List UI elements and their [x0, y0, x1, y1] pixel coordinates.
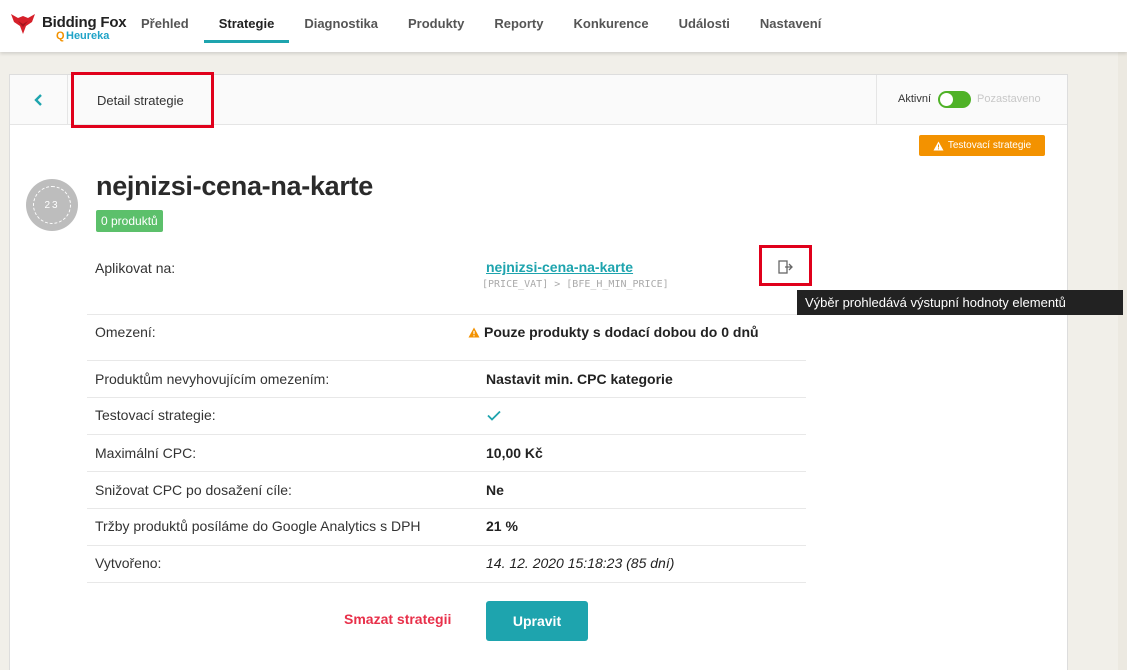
- avatar-text: 23: [33, 186, 71, 224]
- row-divider: [87, 471, 806, 472]
- apply-expression: [PRICE_VAT] > [BFE_H_MIN_PRICE]: [482, 279, 669, 290]
- page-edge: [1118, 52, 1127, 670]
- edit-button[interactable]: Upravit: [486, 601, 588, 641]
- restriction-value: Pouze produkty s dodací dobou do 0 dnů: [468, 324, 759, 340]
- row-divider: [87, 360, 806, 361]
- created-label: Vytvořeno:: [95, 555, 162, 571]
- bidding-fox-logo[interactable]: Bidding Fox Q Heureka: [8, 10, 133, 44]
- top-navigation-bar: Bidding Fox Q Heureka Přehled Strategie …: [0, 0, 1127, 52]
- nav-item-produkty[interactable]: Produkty: [393, 0, 479, 52]
- created-value: 14. 12. 2020 15:18:23 (85 dní): [486, 555, 675, 571]
- nav-item-diagnostika[interactable]: Diagnostika: [289, 0, 393, 52]
- highlight-box-icon: [759, 245, 812, 286]
- nav-item-strategie[interactable]: Strategie: [203, 0, 290, 52]
- apply-target-link[interactable]: nejnizsi-cena-na-karte: [486, 259, 633, 275]
- strategy-name: nejnizsi-cena-na-karte: [96, 171, 373, 201]
- nav-item-reporty[interactable]: Reporty: [479, 0, 558, 52]
- products-count-badge: 0 produktů: [96, 210, 163, 232]
- max-cpc-value: 10,00 Kč: [486, 445, 543, 461]
- logo-title: Bidding Fox: [42, 14, 127, 31]
- toggle-knob: [940, 93, 953, 106]
- ga-vat-label: Tržby produktů posíláme do Google Analyt…: [95, 518, 421, 534]
- row-divider: [87, 314, 806, 315]
- lower-cpc-value: Ne: [486, 482, 504, 498]
- row-divider: [87, 434, 806, 435]
- fox-icon: [11, 14, 35, 34]
- lower-cpc-label: Snižovat CPC po dosažení cíle:: [95, 482, 292, 498]
- checkmark-icon: [487, 410, 501, 421]
- main-nav: Přehled Strategie Diagnostika Produkty R…: [126, 0, 836, 52]
- warning-icon: [468, 327, 480, 338]
- status-toggle-area: Aktivní Pozastaveno: [876, 75, 1067, 125]
- test-strategy-badge-label: Testovací strategie: [947, 140, 1032, 151]
- nav-item-konkurence[interactable]: Konkurence: [558, 0, 663, 52]
- back-button[interactable]: [10, 75, 68, 125]
- nav-item-prehled[interactable]: Přehled: [126, 0, 204, 52]
- restriction-value-text: Pouze produkty s dodací dobou do 0 dnů: [484, 324, 759, 340]
- heureka-mark-icon: Q: [56, 30, 65, 42]
- toggle-active-label: Aktivní: [898, 93, 932, 105]
- row-divider: [87, 397, 806, 398]
- strategy-avatar: 23: [26, 179, 78, 231]
- ga-vat-value: 21 %: [486, 518, 518, 534]
- row-divider: [87, 508, 806, 509]
- chevron-left-icon: [33, 94, 42, 106]
- max-cpc-label: Maximální CPC:: [95, 445, 197, 461]
- nav-item-nastaveni[interactable]: Nastavení: [745, 0, 836, 52]
- row-divider: [87, 545, 806, 546]
- nonmatching-label: Produktům nevyhovujícím omezením:: [95, 371, 330, 387]
- strategy-detail-card: Detail strategie Aktivní Pozastaveno Tes…: [9, 72, 1068, 670]
- nav-item-udalosti[interactable]: Události: [664, 0, 745, 52]
- restriction-label: Omezení:: [95, 324, 156, 340]
- row-divider: [87, 582, 806, 583]
- output-values-tooltip: Výběr prohledává výstupní hodnoty elemen…: [797, 290, 1123, 315]
- test-strategy-label: Testovací strategie:: [95, 407, 216, 423]
- logo-subtitle: Heureka: [66, 30, 110, 42]
- apply-label: Aplikovat na:: [95, 260, 176, 276]
- delete-strategy-button[interactable]: Smazat strategii: [344, 611, 451, 627]
- test-strategy-badge: Testovací strategie: [919, 135, 1045, 156]
- warning-icon: [933, 141, 944, 150]
- highlight-box-title: [71, 72, 214, 128]
- active-toggle-switch[interactable]: [938, 91, 971, 108]
- nonmatching-value: Nastavit min. CPC kategorie: [486, 371, 673, 387]
- toggle-paused-label: Pozastaveno: [977, 93, 1041, 105]
